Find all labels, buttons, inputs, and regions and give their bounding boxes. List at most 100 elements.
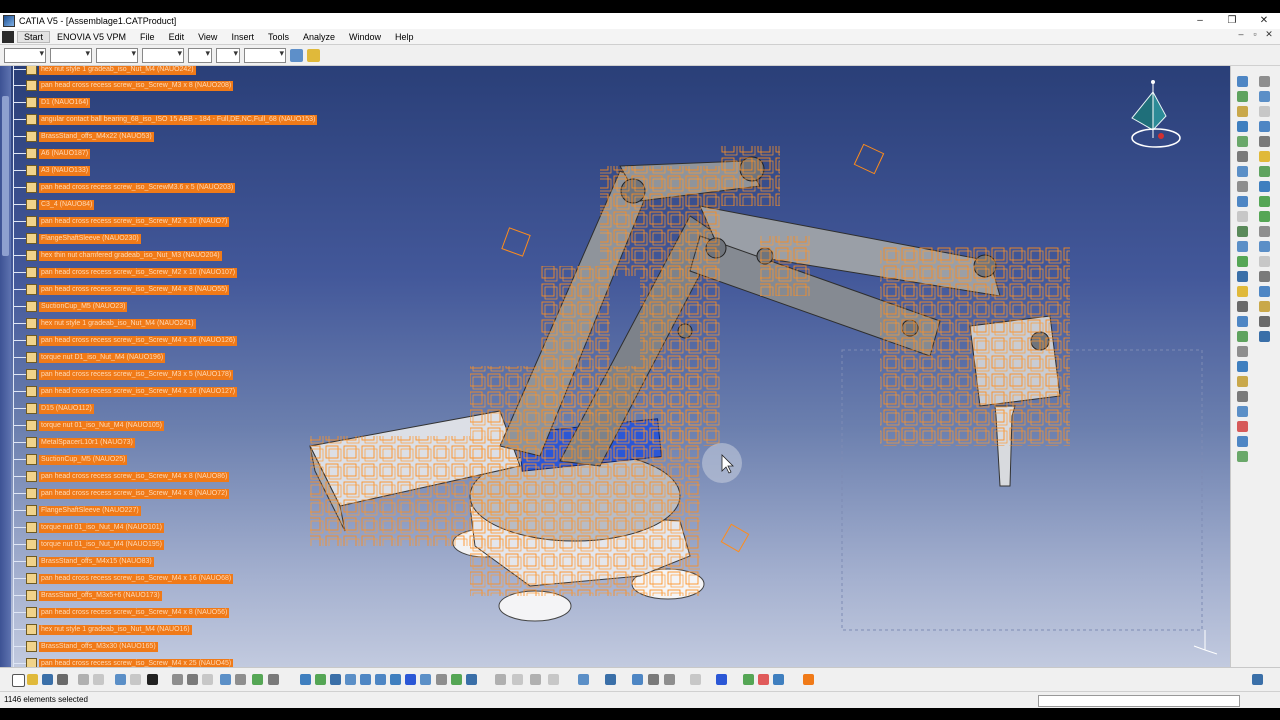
flexible-icon[interactable]	[1237, 406, 1248, 417]
tree-scroll-thumb[interactable]	[2, 96, 9, 256]
tree-item[interactable]: torque nut 01_iso_Nut_M4 (NAUO195)	[14, 538, 165, 551]
menu-help[interactable]: Help	[388, 32, 421, 42]
line-thickness-combo[interactable]	[96, 47, 138, 63]
paste-special-icon[interactable]	[548, 674, 559, 685]
annotation-icon[interactable]	[1259, 181, 1270, 192]
measure-icon[interactable]	[1237, 436, 1248, 447]
open-icon[interactable]	[27, 674, 38, 685]
format-painter-icon[interactable]	[290, 48, 303, 62]
cut-3d-icon[interactable]	[495, 674, 506, 685]
menu-tools[interactable]: Tools	[261, 32, 296, 42]
rotate-icon[interactable]	[345, 674, 356, 685]
tree-item[interactable]: pan head cross recess screw_iso_Screw_M4…	[14, 487, 230, 500]
formula-icon[interactable]	[172, 674, 183, 685]
layer-combo[interactable]	[244, 47, 286, 63]
generate-numbering-icon[interactable]	[1237, 166, 1248, 177]
update-icon[interactable]	[1237, 421, 1248, 432]
pan-icon[interactable]	[330, 674, 341, 685]
tree-item[interactable]: A3 (NAUO133)	[14, 164, 91, 177]
zoom-in-icon[interactable]	[360, 674, 371, 685]
wand-icon[interactable]	[307, 48, 320, 62]
sketch-icon[interactable]	[1259, 76, 1270, 87]
menu-file[interactable]: File	[133, 32, 162, 42]
command-input[interactable]	[1038, 695, 1240, 707]
tree-item[interactable]: BrassStand_offs_M4x15 (NAUO83)	[14, 555, 154, 568]
apply-material-icon[interactable]	[716, 674, 727, 685]
contact-icon[interactable]	[1237, 316, 1248, 327]
doc-minimize-button[interactable]: –	[1234, 29, 1248, 40]
3d-compass-icon[interactable]	[773, 674, 784, 685]
analysis-icon[interactable]	[235, 674, 246, 685]
tools-palette-icon[interactable]	[743, 674, 754, 685]
selection-trap-icon[interactable]	[605, 674, 616, 685]
compass-icon[interactable]	[1118, 78, 1188, 153]
offset-icon[interactable]	[1237, 331, 1248, 342]
tree-item[interactable]: torque nut D1_iso_Nut_M4 (NAUO196)	[14, 351, 166, 364]
tree-item[interactable]: hex nut style 1 gradeab_iso_Nut_M4 (NAUO…	[14, 623, 192, 636]
tree-item[interactable]: hex nut style 1 gradeab_iso_Nut_M4 (NAUO…	[14, 317, 196, 330]
3d-viewport[interactable]: hex nut style 1 gradeab_iso_Nut_M4 (NAUO…	[0, 66, 1230, 667]
tree-item[interactable]: pan head cross recess screw_iso_Screw_M2…	[14, 215, 230, 228]
tree-item[interactable]: FlangeShaftSleeve (NAUO227)	[14, 504, 141, 517]
menu-insert[interactable]: Insert	[224, 32, 261, 42]
tree-item[interactable]: pan head cross recess screw_iso_Screw_M4…	[14, 572, 234, 585]
tree-scrollbar[interactable]	[0, 66, 11, 667]
pattern-icon[interactable]	[1259, 166, 1270, 177]
menu-analyze[interactable]: Analyze	[296, 32, 342, 42]
tree-item[interactable]: pan head cross recess screw_iso_Screw_M4…	[14, 657, 234, 667]
undo-icon[interactable]	[115, 674, 126, 685]
hide-show-icon[interactable]	[451, 674, 462, 685]
clash-icon[interactable]	[1237, 451, 1248, 462]
replace-component-icon[interactable]	[1237, 136, 1248, 147]
menu-window[interactable]: Window	[342, 32, 388, 42]
cut-icon[interactable]	[78, 674, 89, 685]
minimize-button[interactable]: –	[1184, 13, 1216, 29]
graph-tree-icon[interactable]	[1237, 151, 1248, 162]
save-icon[interactable]	[42, 674, 53, 685]
transparency-combo[interactable]	[50, 47, 92, 63]
zoom-out-icon[interactable]	[375, 674, 386, 685]
explode-icon[interactable]	[1237, 256, 1248, 267]
paste-3d-icon[interactable]	[530, 674, 541, 685]
tree-item[interactable]: FlangeShaftSleeve (NAUO230)	[14, 232, 141, 245]
fix-together-icon[interactable]	[1237, 376, 1248, 387]
hole-icon[interactable]	[1259, 121, 1270, 132]
catalog-browser-icon[interactable]	[252, 674, 263, 685]
update-all-icon[interactable]	[690, 674, 701, 685]
compass-toggle-icon[interactable]	[268, 674, 279, 685]
color-combo[interactable]	[4, 47, 46, 63]
existing-component-icon[interactable]	[1237, 121, 1248, 132]
tree-item[interactable]: angular contact ball bearing_68_iso_ISO …	[14, 113, 318, 126]
close-button[interactable]: ✕	[1248, 13, 1280, 29]
measure-item-icon[interactable]	[648, 674, 659, 685]
tree-item[interactable]: SuctionCup_M5 (NAUO25)	[14, 453, 128, 466]
copy-icon[interactable]	[93, 674, 104, 685]
tree-item[interactable]: pan head cross recess screw_iso_Screw_M3…	[14, 79, 234, 92]
symmetry-icon[interactable]	[1259, 151, 1270, 162]
tree-item[interactable]: pan head cross recess screw_iso_Screw_M4…	[14, 385, 238, 398]
enhanced-scene-icon[interactable]	[1259, 211, 1270, 222]
linetype-combo[interactable]	[142, 47, 184, 63]
tree-item[interactable]: pan head cross recess screw_iso_Screw_M4…	[14, 334, 238, 347]
catalog-icon[interactable]	[1259, 286, 1270, 297]
bill-of-material-icon[interactable]	[1259, 256, 1270, 267]
weld-icon[interactable]	[1259, 301, 1270, 312]
tree-item[interactable]: pan head cross recess screw_iso_Screw_M2…	[14, 266, 238, 279]
manage-representations-icon[interactable]	[1237, 196, 1248, 207]
tree-item[interactable]: BrassStand_offs_M3x30 (NAUO165)	[14, 640, 158, 653]
angle-icon[interactable]	[1237, 346, 1248, 357]
multi-instantiation-icon[interactable]	[1237, 211, 1248, 222]
selection-highlight-icon[interactable]	[803, 674, 814, 685]
scene-icon[interactable]	[1259, 196, 1270, 207]
tree-item[interactable]: BrassStand_offs_M3x5+6 (NAUO173)	[14, 589, 162, 602]
render-style-icon[interactable]	[436, 674, 447, 685]
coincidence-icon[interactable]	[1237, 301, 1248, 312]
normal-view-icon[interactable]	[390, 674, 401, 685]
tree-item[interactable]: pan head cross recess screw_iso_Screw_M4…	[14, 283, 230, 296]
sectioning-icon[interactable]	[1259, 226, 1270, 237]
design-table-icon[interactable]	[220, 674, 231, 685]
tree-item[interactable]: D1 (NAUO164)	[14, 96, 91, 109]
fit-all-icon[interactable]	[315, 674, 326, 685]
iso-view-icon[interactable]	[420, 674, 431, 685]
tree-item[interactable]: torque nut 01_iso_Nut_M4 (NAUO101)	[14, 521, 165, 534]
